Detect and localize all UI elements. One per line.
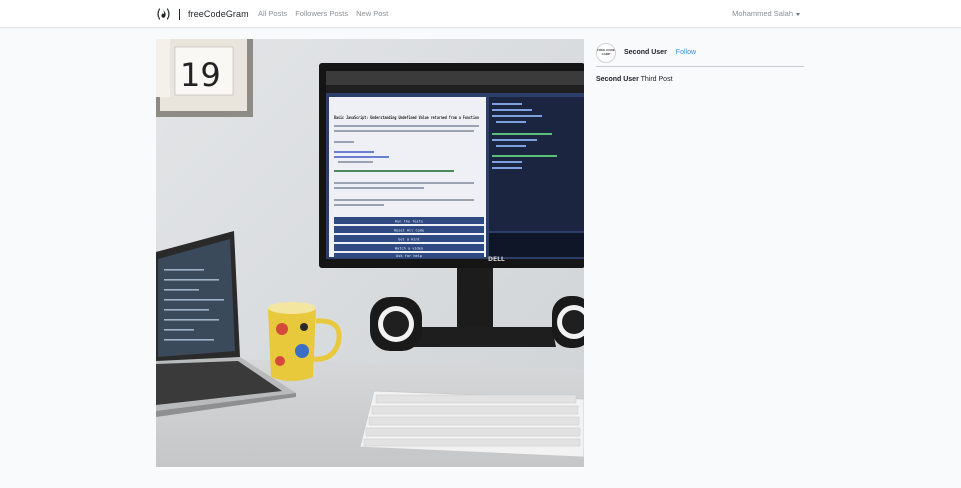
right-speaker: [552, 296, 584, 348]
monitor-stand: [457, 268, 493, 330]
caret-down-icon[interactable]: [796, 12, 800, 16]
user-dropdown[interactable]: Mohammed Salah: [732, 9, 800, 18]
lesson-button-label: Ask for help: [396, 254, 422, 258]
fire-logo-icon: [157, 8, 170, 20]
top-navbar: freeCodeGram All Posts Followers Posts N…: [0, 0, 961, 28]
keyboard: [359, 390, 584, 458]
lesson-title: Basic JavaScript: Understanding Undefine…: [334, 115, 479, 120]
left-speaker: [370, 297, 422, 351]
lesson-button-label: Reset All Code: [394, 229, 424, 233]
brand[interactable]: freeCodeGram: [156, 7, 249, 21]
author-name[interactable]: Second User: [624, 49, 667, 56]
browser-tabs: [326, 85, 584, 93]
lesson-button-label: Watch a video: [395, 247, 423, 251]
caption-text: Third Post: [640, 76, 673, 83]
caption-username[interactable]: Second User: [596, 76, 639, 83]
calendar-number: 19: [180, 56, 221, 94]
monitor-brand: DELL: [488, 256, 505, 263]
brand-divider: [179, 8, 180, 20]
lesson-button-label: Run the Tests: [395, 220, 423, 224]
user-dropdown-label[interactable]: Mohammed Salah: [732, 9, 793, 18]
post-photo: 19 Basic JavaScript: Understanding Undef…: [156, 39, 584, 467]
nav-link-followers-posts[interactable]: Followers Posts: [295, 9, 348, 18]
post-author-header: FREE CODE CAMP Second User Follow: [596, 39, 804, 67]
lesson-button-label: Get a Hint: [398, 238, 420, 242]
browser-chrome: [326, 71, 584, 85]
code-editor: [489, 97, 584, 231]
avatar[interactable]: FREE CODE CAMP: [596, 42, 616, 63]
follow-button[interactable]: Follow: [676, 49, 696, 56]
calendar-card-left: [156, 39, 170, 97]
post-caption: Second User Third Post: [596, 76, 804, 83]
nav-link-new-post[interactable]: New Post: [356, 9, 388, 18]
nav-link-all-posts[interactable]: All Posts: [258, 9, 287, 18]
brand-name[interactable]: freeCodeGram: [188, 9, 249, 19]
post-sidebar: FREE CODE CAMP Second User Follow Second…: [596, 39, 804, 83]
post-image: 19 Basic JavaScript: Understanding Undef…: [156, 39, 584, 467]
nav-links: All Posts Followers Posts New Post: [258, 9, 388, 18]
console-output: [489, 233, 584, 257]
avatar-text: FREE CODE CAMP: [597, 48, 615, 56]
